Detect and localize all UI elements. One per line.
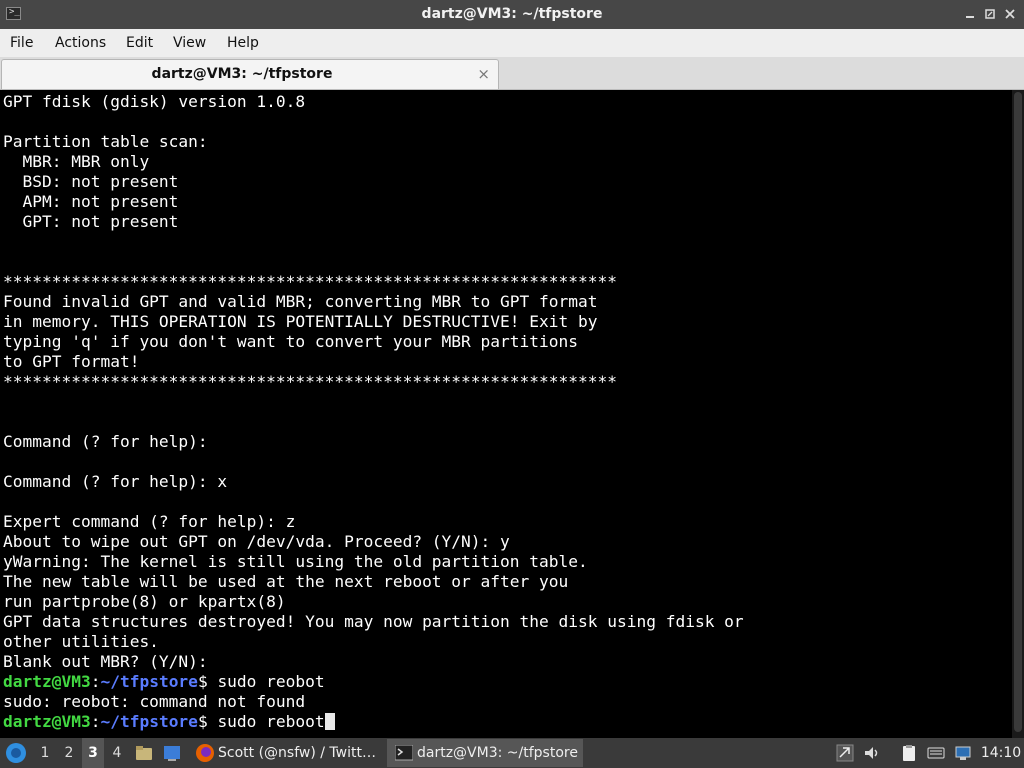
file-manager-icon[interactable] (135, 744, 153, 762)
scrollbar-thumb[interactable] (1014, 92, 1022, 732)
task-firefox[interactable]: Scott (@nsfw) / Twitt… (191, 739, 383, 767)
text-cursor (324, 713, 335, 730)
terminal-history: GPT fdisk (gdisk) version 1.0.8 Partitio… (3, 92, 744, 671)
task-label: dartz@VM3: ~/tfpstore (417, 745, 578, 761)
tray-arrow-icon[interactable] (836, 744, 854, 762)
task-terminal[interactable]: dartz@VM3: ~/tfpstore (387, 739, 583, 767)
prompt-path: ~/tfpstore (100, 712, 198, 731)
menu-view[interactable]: View (173, 29, 206, 57)
prompt-user: dartz@VM3 (3, 712, 91, 731)
minimize-button[interactable] (962, 6, 978, 22)
workspace-1[interactable]: 1 (34, 738, 56, 768)
keyboard-icon[interactable] (927, 744, 945, 762)
menu-bar: File Actions Edit View Help (0, 29, 1024, 57)
workspace-4[interactable]: 4 (106, 738, 128, 768)
clock[interactable]: 14:10 (978, 738, 1024, 768)
menu-actions[interactable]: Actions (55, 29, 106, 57)
prompt-separator: : (90, 672, 101, 691)
prompt-end: $ (197, 672, 218, 691)
network-icon[interactable] (954, 744, 972, 762)
terminal-scrollbar[interactable] (1012, 90, 1024, 738)
task-label: Scott (@nsfw) / Twitt… (218, 745, 376, 761)
prompt-user: dartz@VM3 (3, 672, 91, 691)
current-command-input[interactable]: sudo reboot (217, 712, 324, 731)
prompt-separator: : (90, 712, 101, 731)
error-line: sudo: reobot: command not found (3, 692, 306, 711)
command-text: sudo reobot (217, 672, 325, 691)
menu-help[interactable]: Help (227, 29, 259, 57)
menu-edit[interactable]: Edit (126, 29, 153, 57)
tab-label: dartz@VM3: ~/tfpstore (151, 66, 333, 82)
prompt-end: $ (197, 712, 218, 731)
tab-terminal[interactable]: dartz@VM3: ~/tfpstore × (1, 59, 499, 89)
menu-file[interactable]: File (10, 29, 33, 57)
terminal-output[interactable]: GPT fdisk (gdisk) version 1.0.8 Partitio… (0, 90, 1012, 738)
maximize-button[interactable] (982, 6, 998, 22)
show-desktop-icon[interactable] (163, 744, 181, 762)
start-menu-icon[interactable] (6, 743, 26, 763)
firefox-icon (196, 744, 214, 762)
minimize-icon (966, 16, 974, 18)
close-icon (1005, 9, 1015, 19)
volume-icon[interactable] (863, 744, 881, 762)
close-window-button[interactable] (1002, 6, 1018, 22)
tab-close-button[interactable]: × (477, 65, 490, 83)
maximize-icon (985, 9, 995, 19)
tab-bar: dartz@VM3: ~/tfpstore × (0, 57, 1024, 90)
workspace-2[interactable]: 2 (58, 738, 80, 768)
workspace-3[interactable]: 3 (82, 738, 104, 768)
taskbar: 1 2 3 4 Scott (@nsfw) / Twitt… dartz@VM3… (0, 738, 1024, 768)
terminal-icon (395, 745, 413, 761)
prompt-path: ~/tfpstore (100, 672, 198, 691)
window-title: dartz@VM3: ~/tfpstore (421, 6, 603, 22)
clipboard-icon[interactable] (900, 744, 918, 762)
window-titlebar[interactable]: >_ dartz@VM3: ~/tfpstore (0, 0, 1024, 29)
terminal-text: GPT fdisk (gdisk) version 1.0.8 Partitio… (3, 92, 744, 732)
